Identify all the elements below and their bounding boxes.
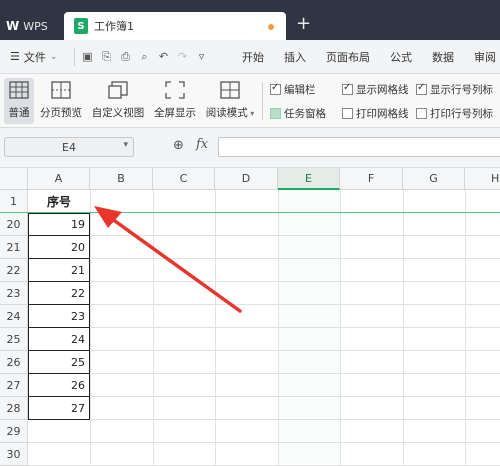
spreadsheet-icon: S [74, 18, 88, 34]
formula-bar-checkbox[interactable] [270, 82, 281, 95]
print-headings-toggle[interactable]: 打印行号列标 [416, 106, 493, 121]
tab-wps-label: WPS [23, 19, 48, 33]
full-screen-button[interactable]: 全屏显示 [152, 78, 198, 124]
spreadsheet-grid: A B C D E F G H 1 20 21 22 23 24 25 26 2… [0, 168, 500, 466]
show-gridlines-label: 显示网格线 [356, 84, 409, 96]
tab-workbook-title: 工作簿1 [94, 20, 134, 33]
reading-mode-button[interactable]: 阅读模式 ▾ [204, 78, 256, 124]
print-headings-label: 打印行号列标 [430, 108, 493, 120]
print-gridlines-checkbox[interactable] [342, 108, 353, 119]
full-screen-icon [165, 81, 185, 99]
show-gridlines-toggle[interactable]: 显示网格线 [342, 82, 409, 97]
print-gridlines-toggle[interactable]: 打印网格线 [342, 106, 409, 121]
wps-logo-icon: W [6, 19, 20, 33]
zoom-search-icon[interactable]: ⊕ [173, 138, 184, 153]
custom-view-label: 自定义视图 [91, 107, 145, 119]
file-menu-button[interactable]: ☰ 文件 ⌄ [0, 49, 74, 65]
show-headings-toggle[interactable]: 显示行号列标 [416, 82, 493, 97]
print-headings-checkbox[interactable] [416, 108, 427, 119]
task-pane-checkbox[interactable] [270, 108, 281, 119]
file-menu-label: 文件 [23, 50, 46, 64]
normal-view-button[interactable]: 普通 [4, 78, 34, 124]
reading-mode-icon [220, 81, 240, 99]
page-break-preview-label: 分页预览 [40, 107, 82, 119]
insert-function-button[interactable]: fx [196, 137, 208, 152]
custom-view-icon [108, 81, 128, 99]
tab-home[interactable]: 开始 [232, 49, 274, 65]
name-box[interactable]: E4 ▾ [4, 137, 134, 157]
formula-bar-toggle[interactable]: 编辑栏 [270, 82, 316, 97]
ribbon-tabs: 开始 插入 页面布局 公式 数据 审阅 [232, 40, 500, 74]
normal-view-icon [9, 81, 29, 99]
save-icon[interactable]: ▣ [81, 50, 94, 63]
show-headings-label: 显示行号列标 [430, 84, 493, 96]
tab-page-layout[interactable]: 页面布局 [316, 49, 380, 65]
show-gridlines-checkbox[interactable] [342, 82, 353, 95]
task-pane-toggle[interactable]: 任务窗格 [270, 106, 326, 121]
show-headings-checkbox[interactable] [416, 82, 427, 95]
export-pdf-icon[interactable]: ⎘ [100, 50, 113, 63]
ribbon-divider [262, 82, 263, 120]
print-icon[interactable]: ⎙ [119, 50, 132, 63]
normal-view-label: 普通 [8, 107, 30, 119]
print-gridlines-label: 打印网格线 [356, 108, 409, 120]
tab-wps-home[interactable]: W WPS [6, 12, 60, 40]
annotation-arrow-icon [94, 206, 242, 313]
quick-access-toolbar: ▣ ⎘ ⎙ ⌕ ↶ ↷ ▿ [74, 47, 214, 66]
hamburger-icon: ☰ [10, 50, 20, 63]
task-pane-label: 任务窗格 [284, 108, 326, 120]
page-break-preview-button[interactable]: 分页预览 [38, 78, 84, 124]
window-tab-bar: W WPS S 工作簿1 + [0, 0, 500, 40]
chevron-down-icon: ▾ [123, 140, 128, 150]
formula-input[interactable] [218, 137, 500, 157]
unsaved-indicator [268, 24, 274, 30]
formula-bar: E4 ▾ ⊕ fx [0, 128, 500, 168]
formula-bar-toggle-label: 编辑栏 [284, 84, 316, 96]
tab-insert[interactable]: 插入 [274, 49, 316, 65]
cell-reference: E4 [62, 140, 76, 154]
redo-icon[interactable]: ↷ [176, 50, 189, 63]
custom-view-button[interactable]: 自定义视图 [90, 78, 146, 124]
customize-toolbar-icon[interactable]: ▿ [195, 50, 208, 63]
print-preview-icon[interactable]: ⌕ [138, 50, 151, 63]
page-break-preview-icon [51, 81, 71, 99]
menu-bar: ☰ 文件 ⌄ ▣ ⎘ ⎙ ⌕ ↶ ↷ ▿ 开始 插入 页面布局 公式 数据 审阅 [0, 40, 500, 74]
tab-review[interactable]: 审阅 [464, 49, 500, 65]
new-tab-button[interactable]: + [296, 14, 311, 34]
reading-mode-label: 阅读模式 ▾ [205, 107, 255, 119]
tab-workbook[interactable]: S 工作簿1 [64, 12, 286, 40]
tab-formulas[interactable]: 公式 [380, 49, 422, 65]
full-screen-label: 全屏显示 [154, 107, 196, 119]
chevron-down-icon: ⌄ [49, 51, 58, 62]
undo-icon[interactable]: ↶ [157, 50, 170, 63]
view-ribbon: 普通 分页预览 自定义视图 全屏显示 阅读模式 ▾ 编辑栏 显示网格线 显示行号… [0, 74, 500, 128]
tab-data[interactable]: 数据 [422, 49, 464, 65]
